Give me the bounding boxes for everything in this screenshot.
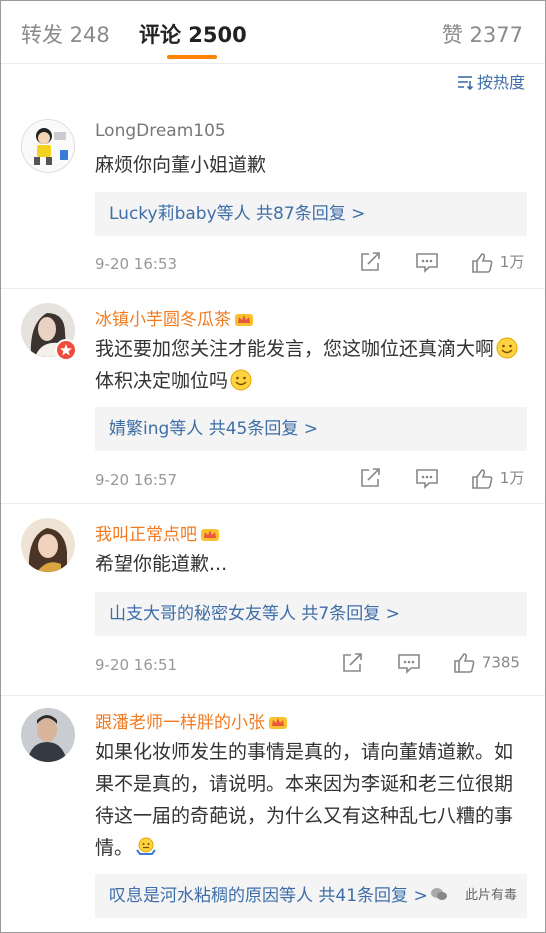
vip-crown-icon bbox=[269, 717, 287, 729]
share-icon bbox=[361, 468, 380, 487]
like-action[interactable]: 1万 bbox=[471, 251, 524, 274]
comment-text-part: 如果化妆师发生的事情是真的，请向董婧道歉。如果不是真的，请说明。本来因为李诞和老… bbox=[95, 741, 514, 859]
timestamp: 9-20 16:51 bbox=[95, 656, 178, 674]
shrug-emoji-icon bbox=[136, 837, 156, 855]
replies-text: 婧繁ing等人 共45条回复 > bbox=[109, 419, 318, 439]
tab-comment[interactable]: 评论 2500 bbox=[139, 19, 247, 49]
repost-action[interactable] bbox=[341, 652, 365, 674]
smile-emoji-icon bbox=[230, 369, 252, 391]
sort-label: 按热度 bbox=[476, 73, 525, 92]
tab-repost[interactable]: 转发 248 bbox=[21, 19, 110, 49]
replies-summary[interactable]: 婧繁ing等人 共45条回复 > bbox=[95, 407, 527, 451]
comment-text-part: 体积决定咖位吗 bbox=[95, 370, 229, 392]
repost-action[interactable] bbox=[359, 251, 383, 273]
comment-item: 跟潘老师一样胖的小张 如果化妆师发生的事情是真的，请向董婧道歉。如果不是真的，请… bbox=[1, 696, 545, 932]
replies-summary[interactable]: Lucky莉baby等人 共87条回复 > bbox=[95, 192, 527, 236]
comment-item: LongDream105 麻烦你向董小姐道歉 Lucky莉baby等人 共87条… bbox=[1, 105, 545, 289]
username: 冰镇小芋圆冬瓜茶 bbox=[95, 310, 231, 330]
share-icon bbox=[343, 653, 362, 672]
thumbs-up-icon bbox=[472, 468, 493, 489]
comment-item: 冰镇小芋圆冬瓜茶 我还要加您关注才能发言，您这咖位还真滴大啊体积决定咖位吗 婧繁… bbox=[1, 289, 545, 504]
like-count: 1万 bbox=[499, 469, 525, 487]
comment-action[interactable] bbox=[415, 251, 439, 273]
replies-text: 山支大哥的秘密女友等人 共7条回复 > bbox=[109, 604, 400, 624]
timestamp: 9-20 16:53 bbox=[95, 255, 178, 273]
wechat-icon bbox=[430, 888, 447, 900]
comment-text: 希望你能道歉... bbox=[95, 553, 228, 575]
replies-text: 叹息是河水粘稠的原因等人 共41条回复 > bbox=[109, 886, 428, 906]
username: 我叫正常点吧 bbox=[95, 525, 197, 545]
like-action[interactable]: 7385 bbox=[453, 652, 520, 674]
tab-bar: 转发 248 评论 2500 赞 2377 bbox=[1, 1, 545, 64]
repost-action[interactable] bbox=[359, 467, 383, 489]
sort-by-hot-button[interactable]: 按热度 bbox=[457, 69, 525, 94]
username[interactable]: LongDream105 bbox=[95, 121, 226, 141]
avatar[interactable] bbox=[21, 708, 75, 762]
smile-emoji-icon bbox=[496, 337, 518, 359]
thumbs-up-icon bbox=[472, 252, 493, 273]
sort-icon bbox=[457, 75, 474, 94]
comment-action[interactable] bbox=[397, 652, 421, 674]
comment-bubble-icon bbox=[416, 253, 438, 273]
username-row[interactable]: 我叫正常点吧 bbox=[95, 520, 220, 545]
comment-text: 如果化妆师发生的事情是真的，请向董婧道歉。如果不是真的，请说明。本来因为李诞和老… bbox=[95, 736, 515, 864]
replies-text: Lucky莉baby等人 共87条回复 > bbox=[109, 204, 366, 224]
username-row[interactable]: 跟潘老师一样胖的小张 bbox=[95, 708, 288, 733]
avatar[interactable] bbox=[21, 518, 75, 572]
comment-text: 麻烦你向董小姐道歉 bbox=[95, 154, 267, 176]
comment-action[interactable] bbox=[415, 467, 439, 489]
like-count: 7385 bbox=[481, 653, 520, 672]
comment-text: 我还要加您关注才能发言，您这咖位还真滴大啊体积决定咖位吗 bbox=[95, 333, 525, 397]
watermark-text: 此片有毒 bbox=[464, 888, 517, 903]
watermark: 此片有毒 bbox=[430, 874, 517, 918]
avatar[interactable] bbox=[21, 119, 75, 173]
username: 跟潘老师一样胖的小张 bbox=[95, 713, 265, 733]
timestamp: 9-20 16:57 bbox=[95, 471, 178, 489]
username-row[interactable]: 冰镇小芋圆冬瓜茶 bbox=[95, 305, 254, 330]
comment-bubble-icon bbox=[398, 654, 420, 674]
like-count: 1万 bbox=[499, 253, 525, 271]
replies-summary[interactable]: 叹息是河水粘稠的原因等人 共41条回复 > 此片有毒 bbox=[95, 874, 527, 918]
replies-summary[interactable]: 山支大哥的秘密女友等人 共7条回复 > bbox=[95, 592, 527, 636]
comment-item: 我叫正常点吧 希望你能道歉... 山支大哥的秘密女友等人 共7条回复 > 9-2… bbox=[1, 504, 545, 696]
verified-badge-icon bbox=[55, 339, 77, 361]
active-tab-indicator bbox=[167, 55, 217, 59]
vip-crown-icon bbox=[235, 314, 253, 326]
share-icon bbox=[361, 252, 380, 271]
like-action[interactable]: 1万 bbox=[471, 467, 524, 490]
tab-like[interactable]: 赞 2377 bbox=[442, 19, 523, 49]
comment-bubble-icon bbox=[416, 469, 438, 489]
thumbs-up-icon bbox=[454, 653, 475, 673]
vip-crown-icon bbox=[201, 529, 219, 541]
comment-text-part: 我还要加您关注才能发言，您这咖位还真滴大啊 bbox=[95, 338, 495, 360]
